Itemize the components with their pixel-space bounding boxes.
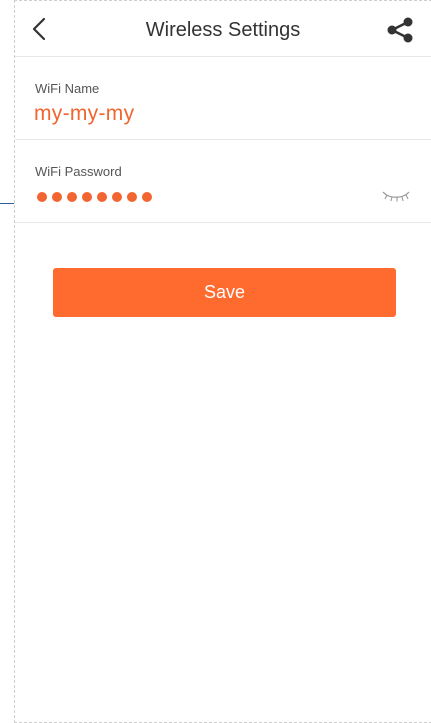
wifi-password-row[interactable]: WiFi Password xyxy=(15,140,431,223)
password-mask-dot xyxy=(97,192,107,202)
wifi-name-label: WiFi Name xyxy=(35,81,100,96)
password-mask-dot xyxy=(112,192,122,202)
page-title: Wireless Settings xyxy=(145,19,301,41)
password-mask-dot xyxy=(142,192,152,202)
password-mask-dot xyxy=(127,192,137,202)
phone-screen: Wireless Settings WiFi Name my-my-my WiF… xyxy=(14,0,431,723)
share-icon xyxy=(387,17,413,43)
password-mask-dot xyxy=(37,192,47,202)
save-button[interactable]: Save xyxy=(53,268,396,317)
password-mask-dot xyxy=(82,192,92,202)
wifi-name-row[interactable]: WiFi Name my-my-my xyxy=(15,57,431,140)
password-mask-dot xyxy=(52,192,62,202)
wifi-password-masked-value[interactable] xyxy=(37,192,152,202)
wifi-password-label: WiFi Password xyxy=(35,164,122,179)
password-mask-dot xyxy=(67,192,77,202)
toggle-password-visibility-button[interactable] xyxy=(379,188,413,204)
wifi-name-value[interactable]: my-my-my xyxy=(34,102,134,126)
eye-closed-icon xyxy=(382,191,410,202)
share-button[interactable] xyxy=(383,13,417,47)
top-navigation-bar: Wireless Settings xyxy=(15,1,431,57)
